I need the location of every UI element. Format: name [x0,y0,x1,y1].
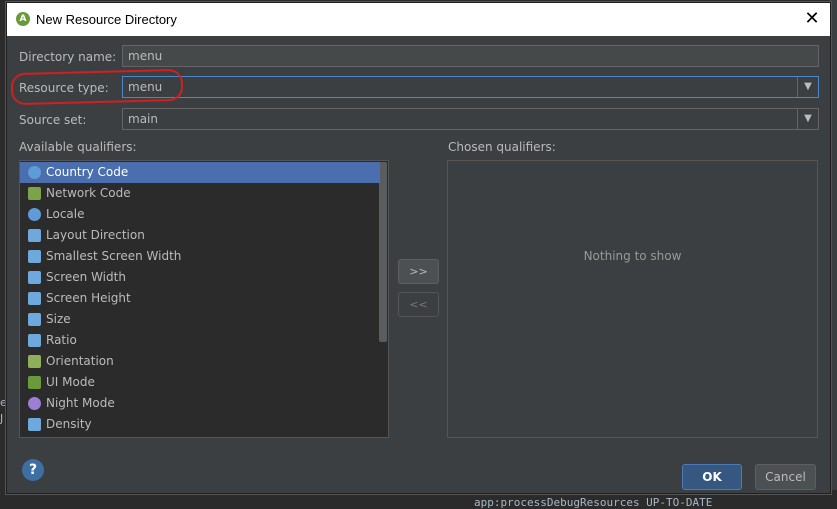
resource-type-dropdown[interactable]: menu ▼ [122,76,819,98]
qualifier-label: Orientation [46,354,114,368]
qualifier-label: Locale [46,207,85,221]
qualifier-item[interactable]: Screen Width [20,267,380,288]
help-button[interactable]: ? [22,459,44,481]
density-icon [28,418,41,431]
qualifier-label: Screen Height [46,291,131,305]
qualifier-item[interactable]: Locale [20,204,380,225]
qualifier-label: Layout Direction [46,228,145,242]
qualifier-label: Night Mode [46,396,115,410]
qualifier-label: Smallest Screen Width [46,249,182,263]
chosen-qualifiers-label: Chosen qualifiers: [448,140,556,154]
qualifier-label: Country Code [46,165,129,179]
qualifier-item[interactable]: Network Code [20,183,380,204]
close-button[interactable]: ✕ [800,7,824,31]
chevron-down-icon[interactable]: ▼ [797,77,818,97]
qualifier-item[interactable]: Ratio [20,330,380,351]
ratio-icon [28,334,41,347]
qualifier-item[interactable]: UI Mode [20,372,380,393]
qualifier-item[interactable]: Night Mode [20,393,380,414]
qualifier-item[interactable]: Orientation [20,351,380,372]
dialog-title: New Resource Directory [36,12,177,27]
list-scrollbar[interactable] [379,162,387,342]
background-text-j: J [0,412,4,425]
qualifier-item[interactable]: Country Code [20,162,380,183]
chosen-qualifiers-list[interactable]: Nothing to show [447,160,818,438]
chevron-down-icon[interactable]: ▼ [797,109,818,129]
qualifier-item[interactable]: Size [20,309,380,330]
available-qualifiers-label: Available qualifiers: [19,140,137,154]
size-icon [28,313,41,326]
screen-height-icon [28,292,41,305]
help-icon: ? [28,462,38,478]
qualifier-label: Ratio [46,333,77,347]
screen-width-icon [28,250,41,263]
android-studio-icon: A [16,12,30,26]
qualifier-label: Size [46,312,71,326]
directory-name-input[interactable]: menu [122,45,819,67]
new-resource-directory-dialog: A New Resource Directory ✕ Directory nam… [6,2,831,494]
red-highlight-annotation [10,68,184,106]
cancel-button[interactable]: Cancel [755,464,816,490]
screen-width-icon [28,271,41,284]
ok-button[interactable]: OK [682,464,742,490]
night-mode-icon [28,397,41,410]
network-icon [28,187,41,200]
qualifier-label: Density [46,417,92,431]
directory-name-value: menu [128,49,163,63]
globe-icon [28,166,41,179]
orientation-icon [28,355,41,368]
qualifier-label: Screen Width [46,270,126,284]
source-set-label: Source set: [19,113,87,127]
qualifier-label: UI Mode [46,375,95,389]
qualifier-item[interactable]: Density [20,414,380,435]
qualifier-item[interactable]: Screen Height [20,288,380,309]
close-icon: ✕ [804,8,820,29]
source-set-dropdown[interactable]: main ▼ [122,108,819,130]
ui-mode-icon [28,376,41,389]
add-qualifier-button[interactable]: >> [398,259,439,284]
empty-state-text: Nothing to show [583,249,682,263]
available-qualifiers-list[interactable]: Country Code Network Code Locale Layout Dir… [19,160,389,438]
qualifier-label: Network Code [46,186,131,200]
layout-direction-icon [28,229,41,242]
qualifier-item[interactable]: Layout Direction [20,225,380,246]
remove-qualifier-button[interactable]: << [398,292,439,317]
source-set-value: main [128,112,158,126]
background-log-line: app:processDebugResources UP-TO-DATE [474,496,713,509]
directory-name-label: Directory name: [19,50,117,64]
qualifier-item[interactable]: Smallest Screen Width [20,246,380,267]
globe-icon [28,208,41,221]
dialog-titlebar: A New Resource Directory ✕ [7,3,830,36]
